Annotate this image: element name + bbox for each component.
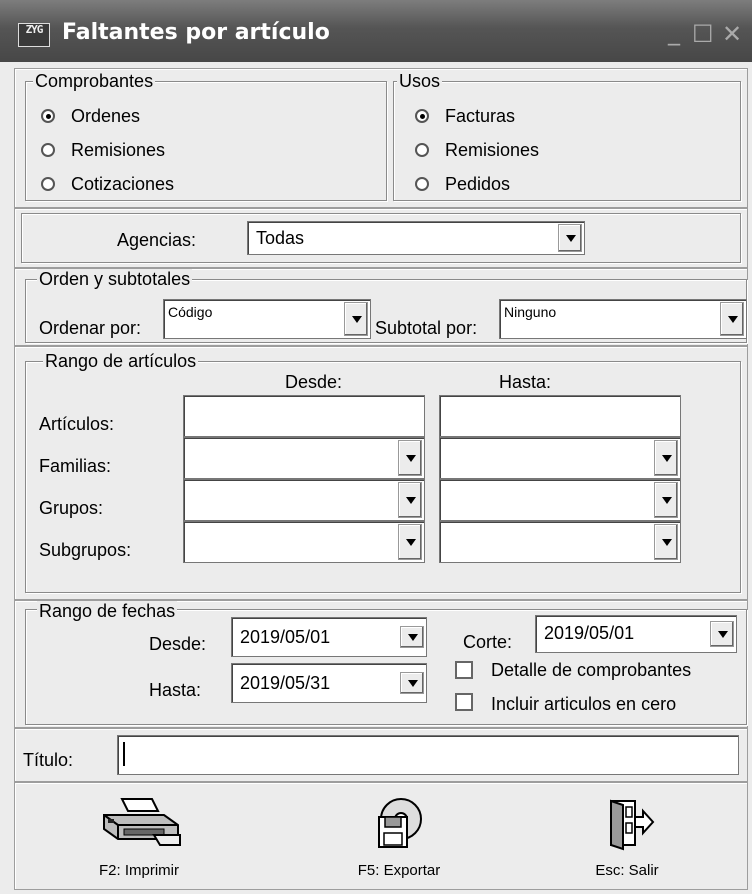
printer-icon <box>103 798 181 846</box>
print-button[interactable]: F2: Imprimir <box>69 795 209 880</box>
hasta-header: Hasta: <box>499 372 552 392</box>
ordenar-value: Código <box>168 304 213 320</box>
radio-remisiones-comprobantes[interactable] <box>41 143 55 157</box>
fecha-corte-input[interactable]: 2019/05/01 <box>535 615 737 653</box>
radio-cotizaciones[interactable] <box>41 177 55 191</box>
radio-remisiones-usos[interactable] <box>415 143 429 157</box>
chevron-down-icon[interactable] <box>398 440 422 476</box>
fechas-panel: Rango de fechas Desde: 2019/05/01 Hasta:… <box>14 600 748 728</box>
grupo-desde-select[interactable] <box>183 479 425 521</box>
ordenar-label: Ordenar por: <box>39 318 142 338</box>
fecha-hasta-input[interactable]: 2019/05/31 <box>231 663 427 703</box>
radio-facturas-label[interactable]: Facturas <box>445 105 515 127</box>
subgrupo-desde-select[interactable] <box>183 521 425 563</box>
radio-ordenes[interactable] <box>41 109 55 123</box>
app-icon-text: ZYG <box>25 23 44 36</box>
titulo-label: Título: <box>23 750 74 770</box>
actions-panel: F2: Imprimir F5: Exportar Esc: Salir <box>14 782 748 890</box>
subgrupos-row-label: Subgrupos: <box>39 540 132 560</box>
window: ZYG Faltantes por artículo _ ☐ ✕ Comprob… <box>0 0 752 894</box>
titulo-input[interactable] <box>117 735 739 775</box>
radio-pedidos-label[interactable]: Pedidos <box>445 173 510 195</box>
chevron-down-icon[interactable] <box>710 621 734 647</box>
orden-panel: Orden y subtotales Ordenar por: Código S… <box>14 268 748 346</box>
chevron-down-icon[interactable] <box>400 672 424 694</box>
window-title: Faltantes por artículo <box>62 20 330 45</box>
agencias-select[interactable]: Todas <box>247 221 585 255</box>
chevron-down-icon[interactable] <box>654 440 678 476</box>
familias-row-label: Familias: <box>39 456 112 476</box>
text-cursor <box>123 742 125 766</box>
export-button[interactable]: F5: Exportar <box>329 795 469 880</box>
agencias-value: Todas <box>256 228 305 248</box>
grupo-hasta-select[interactable] <box>439 479 681 521</box>
fecha-hasta-value: 2019/05/31 <box>240 673 331 693</box>
titulo-panel: Título: <box>14 728 748 782</box>
articulos-row-label: Artículos: <box>39 414 115 434</box>
articulos-panel: Rango de artículos Desde: Hasta: Artícul… <box>14 346 748 600</box>
articulo-desde-input[interactable] <box>183 395 425 437</box>
corte-label: Corte: <box>463 632 513 652</box>
maximize-icon[interactable]: ☐ <box>692 20 714 48</box>
exit-button[interactable]: Esc: Salir <box>567 795 687 880</box>
chevron-down-icon[interactable] <box>558 224 582 252</box>
subtotal-value: Ninguno <box>504 304 557 320</box>
fecha-desde-input[interactable]: 2019/05/01 <box>231 617 427 657</box>
title-bar[interactable]: ZYG Faltantes por artículo _ ☐ ✕ <box>0 0 752 62</box>
incluir-checkbox[interactable] <box>455 693 473 711</box>
radio-remisiones-usos-label[interactable]: Remisiones <box>445 139 539 161</box>
export-label: F5: Exportar <box>357 862 441 879</box>
articulos-legend: Rango de artículos <box>43 351 199 371</box>
radio-ordenes-label[interactable]: Ordenes <box>71 105 140 127</box>
exit-door-icon <box>610 799 655 851</box>
detalle-label[interactable]: Detalle de comprobantes <box>491 659 691 681</box>
familia-hasta-select[interactable] <box>439 437 681 479</box>
detalle-checkbox[interactable] <box>455 661 473 679</box>
radio-facturas[interactable] <box>415 109 429 123</box>
fecha-corte-value: 2019/05/01 <box>544 623 635 643</box>
subgrupo-hasta-select[interactable] <box>439 521 681 563</box>
fecha-desde-value: 2019/05/01 <box>240 627 331 647</box>
radio-remisiones-comprobantes-label[interactable]: Remisiones <box>71 139 165 161</box>
radio-cotizaciones-label[interactable]: Cotizaciones <box>71 173 174 195</box>
exit-label: Esc: Salir <box>595 862 659 879</box>
minimize-icon[interactable]: _ <box>668 18 680 46</box>
chevron-down-icon[interactable] <box>654 524 678 560</box>
fecha-desde-label: Desde: <box>149 634 207 654</box>
comprobantes-legend: Comprobantes <box>33 71 156 91</box>
fechas-legend: Rango de fechas <box>37 601 178 621</box>
desde-header: Desde: <box>285 372 343 392</box>
export-disk-icon <box>378 798 422 848</box>
subtotal-select[interactable]: Ninguno <box>499 299 747 339</box>
chevron-down-icon[interactable] <box>398 482 422 518</box>
chevron-down-icon[interactable] <box>400 626 424 648</box>
agencias-label: Agencias: <box>117 230 197 250</box>
orden-legend: Orden y subtotales <box>37 269 193 289</box>
radio-pedidos[interactable] <box>415 177 429 191</box>
fecha-hasta-label: Hasta: <box>149 680 202 700</box>
chevron-down-icon[interactable] <box>344 302 368 336</box>
articulo-hasta-input[interactable] <box>439 395 681 437</box>
chevron-down-icon[interactable] <box>398 524 422 560</box>
chevron-down-icon[interactable] <box>654 482 678 518</box>
grupos-row-label: Grupos: <box>39 498 104 518</box>
familia-desde-select[interactable] <box>183 437 425 479</box>
agencias-panel: Agencias: Todas <box>14 208 748 268</box>
chevron-down-icon[interactable] <box>720 302 744 336</box>
incluir-label[interactable]: Incluir articulos en cero <box>491 693 676 715</box>
app-icon: ZYG <box>18 23 50 47</box>
usos-legend: Usos <box>397 71 443 91</box>
subtotal-label: Subtotal por: <box>375 318 478 338</box>
close-icon[interactable]: ✕ <box>722 20 742 48</box>
ordenar-select[interactable]: Código <box>163 299 371 339</box>
types-panel: Comprobantes Ordenes Remisiones Cotizaci… <box>14 68 748 208</box>
print-label: F2: Imprimir <box>99 862 179 879</box>
